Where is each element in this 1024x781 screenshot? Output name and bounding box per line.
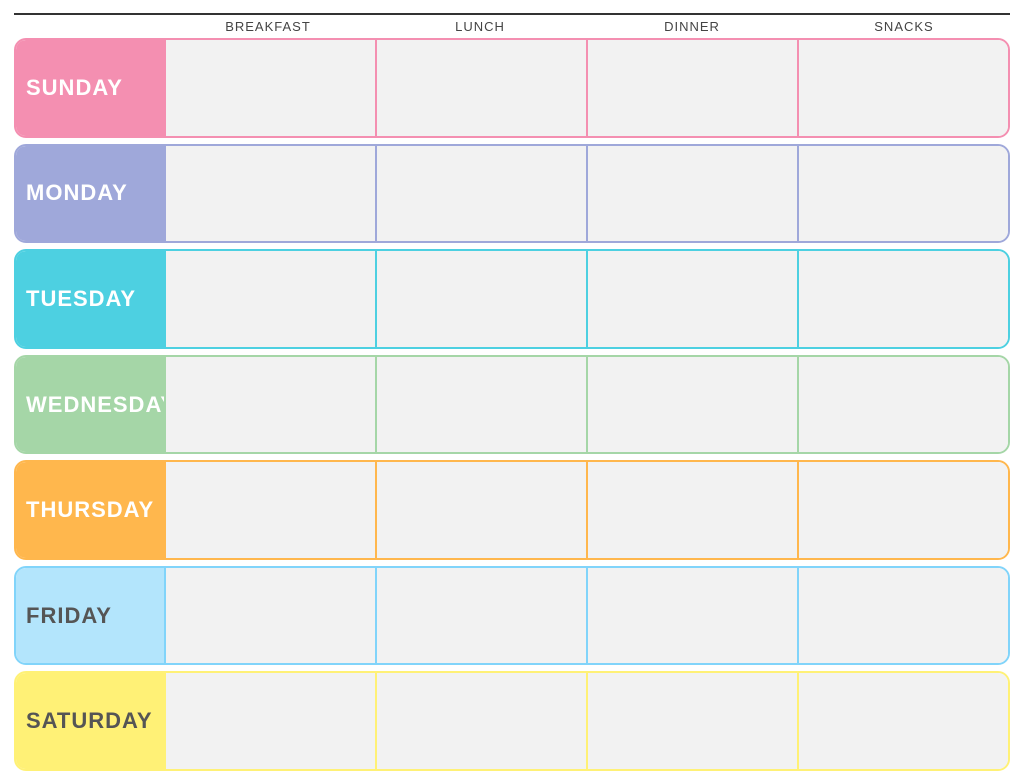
cell-tuesday-breakfast[interactable] bbox=[164, 251, 375, 347]
cell-friday-dinner[interactable] bbox=[586, 568, 797, 664]
day-row-tuesday: Tuesday bbox=[14, 249, 1010, 349]
cell-wednesday-snacks[interactable] bbox=[797, 357, 1008, 453]
day-row-sunday: Sunday bbox=[14, 38, 1010, 138]
day-label-thursday: Thursday bbox=[16, 462, 164, 558]
cell-saturday-lunch[interactable] bbox=[375, 673, 586, 769]
cell-monday-breakfast[interactable] bbox=[164, 146, 375, 242]
col-header-dinner: Dinner bbox=[586, 19, 798, 34]
col-header-breakfast: Breakfast bbox=[162, 19, 374, 34]
cell-wednesday-lunch[interactable] bbox=[375, 357, 586, 453]
column-headers: BreakfastLunchDinnerSnacks bbox=[162, 19, 1010, 34]
cell-monday-dinner[interactable] bbox=[586, 146, 797, 242]
day-label-tuesday: Tuesday bbox=[16, 251, 164, 347]
cell-monday-lunch[interactable] bbox=[375, 146, 586, 242]
cell-wednesday-breakfast[interactable] bbox=[164, 357, 375, 453]
day-row-friday: Friday bbox=[14, 566, 1010, 666]
day-row-monday: Monday bbox=[14, 144, 1010, 244]
col-header-lunch: Lunch bbox=[374, 19, 586, 34]
col-header-snacks: Snacks bbox=[798, 19, 1010, 34]
day-label-saturday: Saturday bbox=[16, 673, 164, 769]
cell-sunday-snacks[interactable] bbox=[797, 40, 1008, 136]
cell-sunday-dinner[interactable] bbox=[586, 40, 797, 136]
cell-saturday-dinner[interactable] bbox=[586, 673, 797, 769]
cell-friday-snacks[interactable] bbox=[797, 568, 1008, 664]
cell-thursday-breakfast[interactable] bbox=[164, 462, 375, 558]
cell-tuesday-dinner[interactable] bbox=[586, 251, 797, 347]
day-label-friday: Friday bbox=[16, 568, 164, 664]
cell-sunday-lunch[interactable] bbox=[375, 40, 586, 136]
cell-tuesday-lunch[interactable] bbox=[375, 251, 586, 347]
cell-monday-snacks[interactable] bbox=[797, 146, 1008, 242]
cells-friday bbox=[164, 568, 1008, 664]
day-row-thursday: Thursday bbox=[14, 460, 1010, 560]
cell-thursday-lunch[interactable] bbox=[375, 462, 586, 558]
cells-thursday bbox=[164, 462, 1008, 558]
cell-saturday-breakfast[interactable] bbox=[164, 673, 375, 769]
cells-tuesday bbox=[164, 251, 1008, 347]
cells-saturday bbox=[164, 673, 1008, 769]
day-label-wednesday: Wednesday bbox=[16, 357, 164, 453]
day-row-wednesday: Wednesday bbox=[14, 355, 1010, 455]
cell-tuesday-snacks[interactable] bbox=[797, 251, 1008, 347]
cells-wednesday bbox=[164, 357, 1008, 453]
header bbox=[14, 10, 1010, 15]
cells-sunday bbox=[164, 40, 1008, 136]
cell-friday-breakfast[interactable] bbox=[164, 568, 375, 664]
cell-wednesday-dinner[interactable] bbox=[586, 357, 797, 453]
cell-thursday-dinner[interactable] bbox=[586, 462, 797, 558]
cell-saturday-snacks[interactable] bbox=[797, 673, 1008, 769]
day-row-saturday: Saturday bbox=[14, 671, 1010, 771]
cells-monday bbox=[164, 146, 1008, 242]
cell-friday-lunch[interactable] bbox=[375, 568, 586, 664]
page: BreakfastLunchDinnerSnacks SundayMondayT… bbox=[0, 0, 1024, 781]
day-label-monday: Monday bbox=[16, 146, 164, 242]
cell-sunday-breakfast[interactable] bbox=[164, 40, 375, 136]
cell-thursday-snacks[interactable] bbox=[797, 462, 1008, 558]
day-label-sunday: Sunday bbox=[16, 40, 164, 136]
rows-container: Sunday MondayTuesday WednesdayThursday Frid… bbox=[14, 38, 1010, 771]
